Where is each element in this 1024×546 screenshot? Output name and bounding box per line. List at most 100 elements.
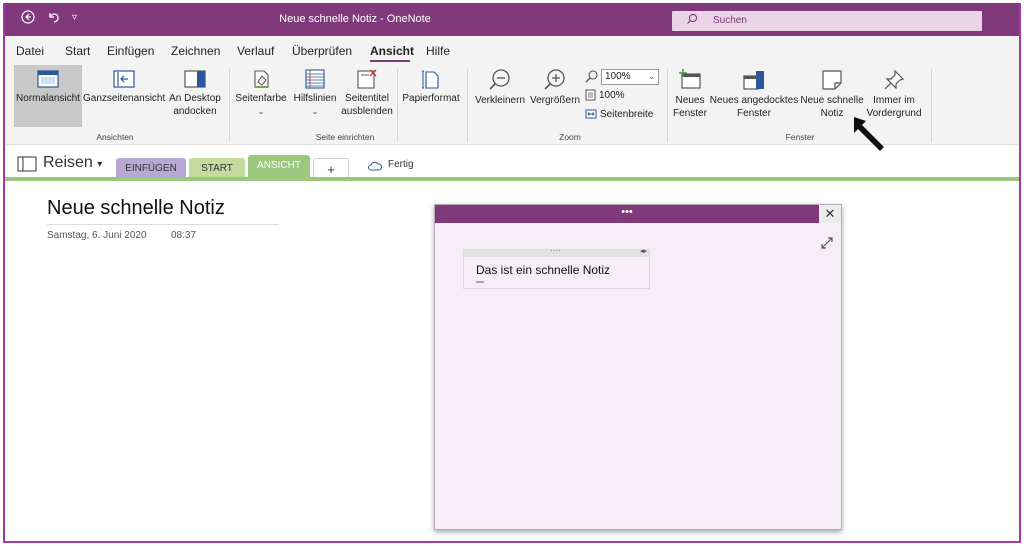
new-docked-window-icon <box>743 71 764 90</box>
tab-ansicht[interactable]: Ansicht <box>370 44 414 58</box>
drag-dots-icon: ···· <box>550 246 561 255</box>
page-width-button[interactable]: Seitenbreite <box>585 108 663 121</box>
note-container[interactable]: ···· ◂▸ Das ist ein schnelle Notiz <box>463 246 650 289</box>
full-page-view-icon <box>113 70 135 88</box>
hide-page-title-button[interactable]: Seitentitel ausblenden <box>339 68 395 118</box>
group-label-seite: Seite einrichten <box>315 132 375 142</box>
zoom-icon <box>585 70 598 83</box>
pin-icon <box>884 69 905 90</box>
search-input[interactable]: Suchen <box>672 11 982 31</box>
dock-to-desktop-button[interactable]: An Desktop andocken <box>164 68 226 118</box>
page-color-icon <box>254 70 269 88</box>
ribbon-separator <box>229 68 230 142</box>
close-button[interactable]: ✕ <box>819 205 841 223</box>
hide-page-title-label-2: ausblenden <box>341 106 393 117</box>
page-100-icon <box>585 89 596 101</box>
add-section-button[interactable]: + <box>313 158 349 179</box>
tab-zeichnen[interactable]: Zeichnen <box>171 44 220 58</box>
new-docked-window-button[interactable]: Neues angedocktes Fenster <box>708 68 800 120</box>
paper-size-icon <box>422 70 439 89</box>
zoom-level-select[interactable]: 100% ⌄ <box>601 69 659 85</box>
group-label-fenster: Fenster <box>785 132 815 142</box>
tab-hilfe[interactable]: Hilfe <box>426 44 450 58</box>
page-time: 08:37 <box>171 230 197 241</box>
section-tab-einfuegen[interactable]: EINFÜGEN <box>116 158 186 179</box>
dock-to-desktop-label-1: An Desktop <box>169 93 221 104</box>
chevron-down-icon: ⌄ <box>311 107 319 116</box>
zoom-in-button[interactable]: Vergrößern <box>528 68 582 107</box>
zoom-100-button[interactable]: 100% <box>585 89 635 102</box>
zoom-out-icon <box>489 69 510 90</box>
title-divider <box>47 224 279 225</box>
notebook-icon <box>17 156 37 172</box>
page-width-icon <box>585 109 597 119</box>
page-width-label: Seitenbreite <box>600 109 654 120</box>
full-page-view-label: Ganzseitenansicht <box>83 93 166 104</box>
new-window-icon <box>679 69 701 89</box>
hide-page-title-icon <box>357 69 377 89</box>
onenote-window: ▿ Neue schnelle Notiz - OneNote Suchen D… <box>3 3 1021 543</box>
title-bar: ▿ Neue schnelle Notiz - OneNote Suchen <box>5 3 1019 36</box>
page-title[interactable]: Neue schnelle Notiz <box>47 197 225 220</box>
notebook-name: Reisen <box>43 154 93 171</box>
new-window-label-1: Neues <box>675 95 705 106</box>
sync-status: Fertig <box>388 159 414 170</box>
new-window-label-2: Fenster <box>673 108 707 119</box>
full-page-view-button[interactable]: Ganzseitenansicht <box>83 68 165 105</box>
page-color-label: Seitenfarbe <box>235 93 287 104</box>
tab-einfuegen[interactable]: Einfügen <box>107 44 154 58</box>
tab-start[interactable]: Start <box>65 44 90 58</box>
drag-handle-icon: ••• <box>621 206 633 218</box>
cloud-sync-icon <box>368 161 382 171</box>
zoom-out-button[interactable]: Verkleinern <box>472 68 528 107</box>
ribbon-separator <box>467 68 468 142</box>
page-color-button[interactable]: Seitenfarbe ⌄ <box>233 68 289 118</box>
rule-lines-label: Hilfslinien <box>293 93 337 104</box>
note-text[interactable]: Das ist ein schnelle Notiz <box>476 263 610 277</box>
ribbon-separator <box>397 68 398 142</box>
ribbon-separator <box>667 68 668 142</box>
note-container-handle[interactable]: ···· ◂▸ <box>464 246 649 257</box>
paper-size-label: Papierformat <box>402 93 460 104</box>
hide-page-title-label-1: Seitentitel <box>345 93 389 104</box>
resize-arrows-icon: ◂▸ <box>639 248 647 255</box>
zoom-level-value: 100% <box>605 71 631 82</box>
section-tab-ansicht[interactable]: ANSICHT <box>248 155 310 179</box>
dock-to-desktop-icon <box>184 70 206 88</box>
quick-note-title-bar[interactable]: ••• <box>435 205 819 223</box>
search-placeholder: Suchen <box>713 15 747 26</box>
new-quick-note-label-2: Notiz <box>820 108 844 119</box>
ribbon-separator <box>931 68 932 142</box>
tab-ueberpruefen[interactable]: Überprüfen <box>292 44 352 58</box>
quick-note-window[interactable]: ••• ✕ ···· ◂▸ Das ist ein schnelle Notiz <box>434 204 842 530</box>
search-icon <box>687 13 698 24</box>
new-window-button[interactable]: Neues Fenster <box>672 68 708 120</box>
normal-view-icon <box>37 70 59 88</box>
zoom-out-label: Verkleinern <box>474 95 526 106</box>
menu-bar: Datei Start Einfügen Zeichnen Verlauf Üb… <box>5 36 1019 62</box>
mouse-pointer-arrow <box>854 117 884 151</box>
dock-to-desktop-label-2: andocken <box>173 106 217 117</box>
paper-size-button[interactable]: Papierformat <box>399 68 463 105</box>
chevron-down-icon: ▾ <box>97 159 103 170</box>
tab-datei[interactable]: Datei <box>16 44 44 58</box>
zoom-in-label: Vergrößern <box>529 95 581 106</box>
chevron-down-icon: ⌄ <box>648 72 655 81</box>
rule-lines-button[interactable]: Hilfslinien ⌄ <box>289 68 341 118</box>
zoom-in-icon <box>544 69 565 90</box>
section-color-line <box>5 177 1019 181</box>
group-label-ansichten: Ansichten <box>96 132 134 142</box>
tab-verlauf[interactable]: Verlauf <box>237 44 274 58</box>
notebook-selector[interactable]: Reisen ▾ <box>43 154 102 172</box>
normal-view-button[interactable]: Normalansicht <box>14 68 82 105</box>
section-tab-start[interactable]: START <box>189 158 245 179</box>
zoom-100-label: 100% <box>599 90 625 101</box>
page-date: Samstag, 6. Juni 2020 <box>47 230 147 241</box>
new-quick-note-label-1: Neue schnelle <box>800 95 864 106</box>
window-title: Neue schnelle Notiz - OneNote <box>279 13 431 25</box>
expand-icon[interactable] <box>820 236 834 250</box>
normal-view-label: Normalansicht <box>16 93 80 104</box>
new-docked-window-label-1: Neues angedocktes <box>709 95 799 106</box>
chevron-down-icon: ⌄ <box>257 107 265 116</box>
always-on-top-label-1: Immer im <box>873 95 915 106</box>
